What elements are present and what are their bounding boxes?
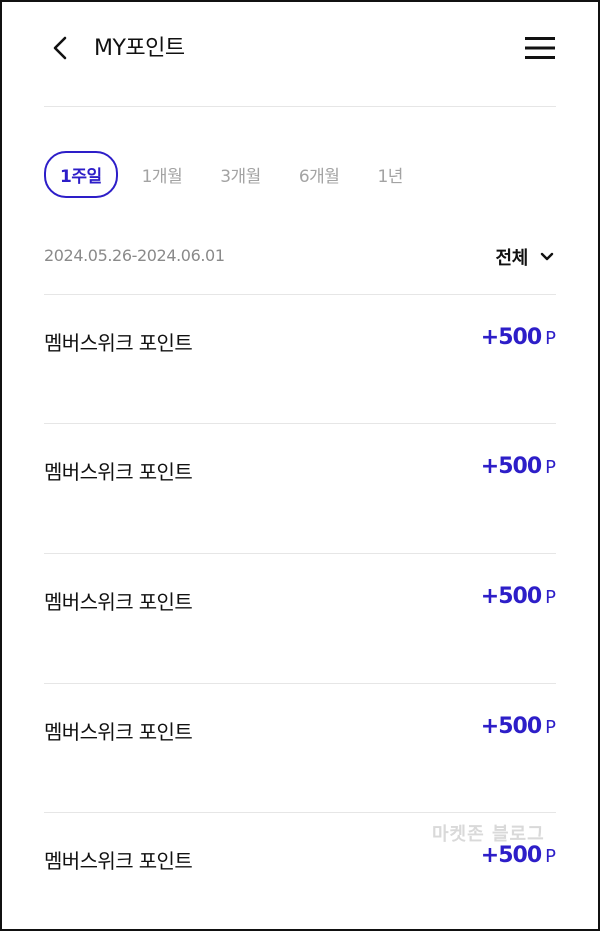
point-amount: +500 P <box>481 843 556 868</box>
period-tabs: 1주일 1개월 3개월 6개월 1년 <box>44 150 441 198</box>
point-label: 멤버스위크 포인트 <box>44 331 193 355</box>
point-label: 멤버스위크 포인트 <box>44 849 193 873</box>
period-tab-3months[interactable]: 3개월 <box>220 162 261 187</box>
period-tab-1month[interactable]: 1개월 <box>142 162 183 187</box>
page-title: MY포인트 <box>94 36 185 61</box>
point-amount: +500 P <box>481 454 556 479</box>
amount-value: +500 <box>480 325 542 350</box>
amount-value: +500 <box>480 714 542 739</box>
back-button[interactable] <box>40 26 80 70</box>
point-amount: +500 P <box>481 325 556 350</box>
date-range: 2024.05.26-2024.06.01 <box>44 246 225 265</box>
point-amount: +500 P <box>481 714 556 739</box>
header-divider <box>44 106 556 107</box>
amount-unit: P <box>545 457 556 478</box>
point-row: 멤버스위크 포인트 +500 P <box>44 295 556 424</box>
point-amount: +500 P <box>481 584 556 609</box>
header: MY포인트 <box>2 2 598 102</box>
point-label: 멤버스위크 포인트 <box>44 590 193 614</box>
menu-button[interactable] <box>518 26 562 70</box>
filter-label: 전체 <box>495 248 528 269</box>
period-tab-6months[interactable]: 6개월 <box>299 162 340 187</box>
period-tab-1week[interactable]: 1주일 <box>44 150 118 198</box>
amount-unit: P <box>545 587 556 608</box>
period-tab-1year[interactable]: 1년 <box>377 162 403 187</box>
amount-value: +500 <box>480 454 542 479</box>
point-label: 멤버스위크 포인트 <box>44 720 193 744</box>
amount-unit: P <box>545 717 556 738</box>
point-row: 멤버스위크 포인트 +500 P <box>44 684 556 813</box>
amount-value: +500 <box>480 584 542 609</box>
hamburger-menu-icon <box>525 37 555 59</box>
chevron-down-icon <box>540 252 554 261</box>
amount-unit: P <box>545 328 556 349</box>
watermark-text: 마켓존 블로그 <box>432 824 545 845</box>
point-row: 멤버스위크 포인트 +500 P <box>44 424 556 553</box>
amount-unit: P <box>545 846 556 867</box>
filter-dropdown[interactable]: 전체 <box>495 244 554 270</box>
point-label: 멤버스위크 포인트 <box>44 460 193 484</box>
amount-value: +500 <box>480 843 542 868</box>
chevron-left-icon <box>53 36 67 60</box>
point-row: 멤버스위크 포인트 +500 P <box>44 554 556 683</box>
app-screen: MY포인트 1주일 1개월 3개월 6개월 1년 2024.05.26-2024… <box>0 0 600 931</box>
